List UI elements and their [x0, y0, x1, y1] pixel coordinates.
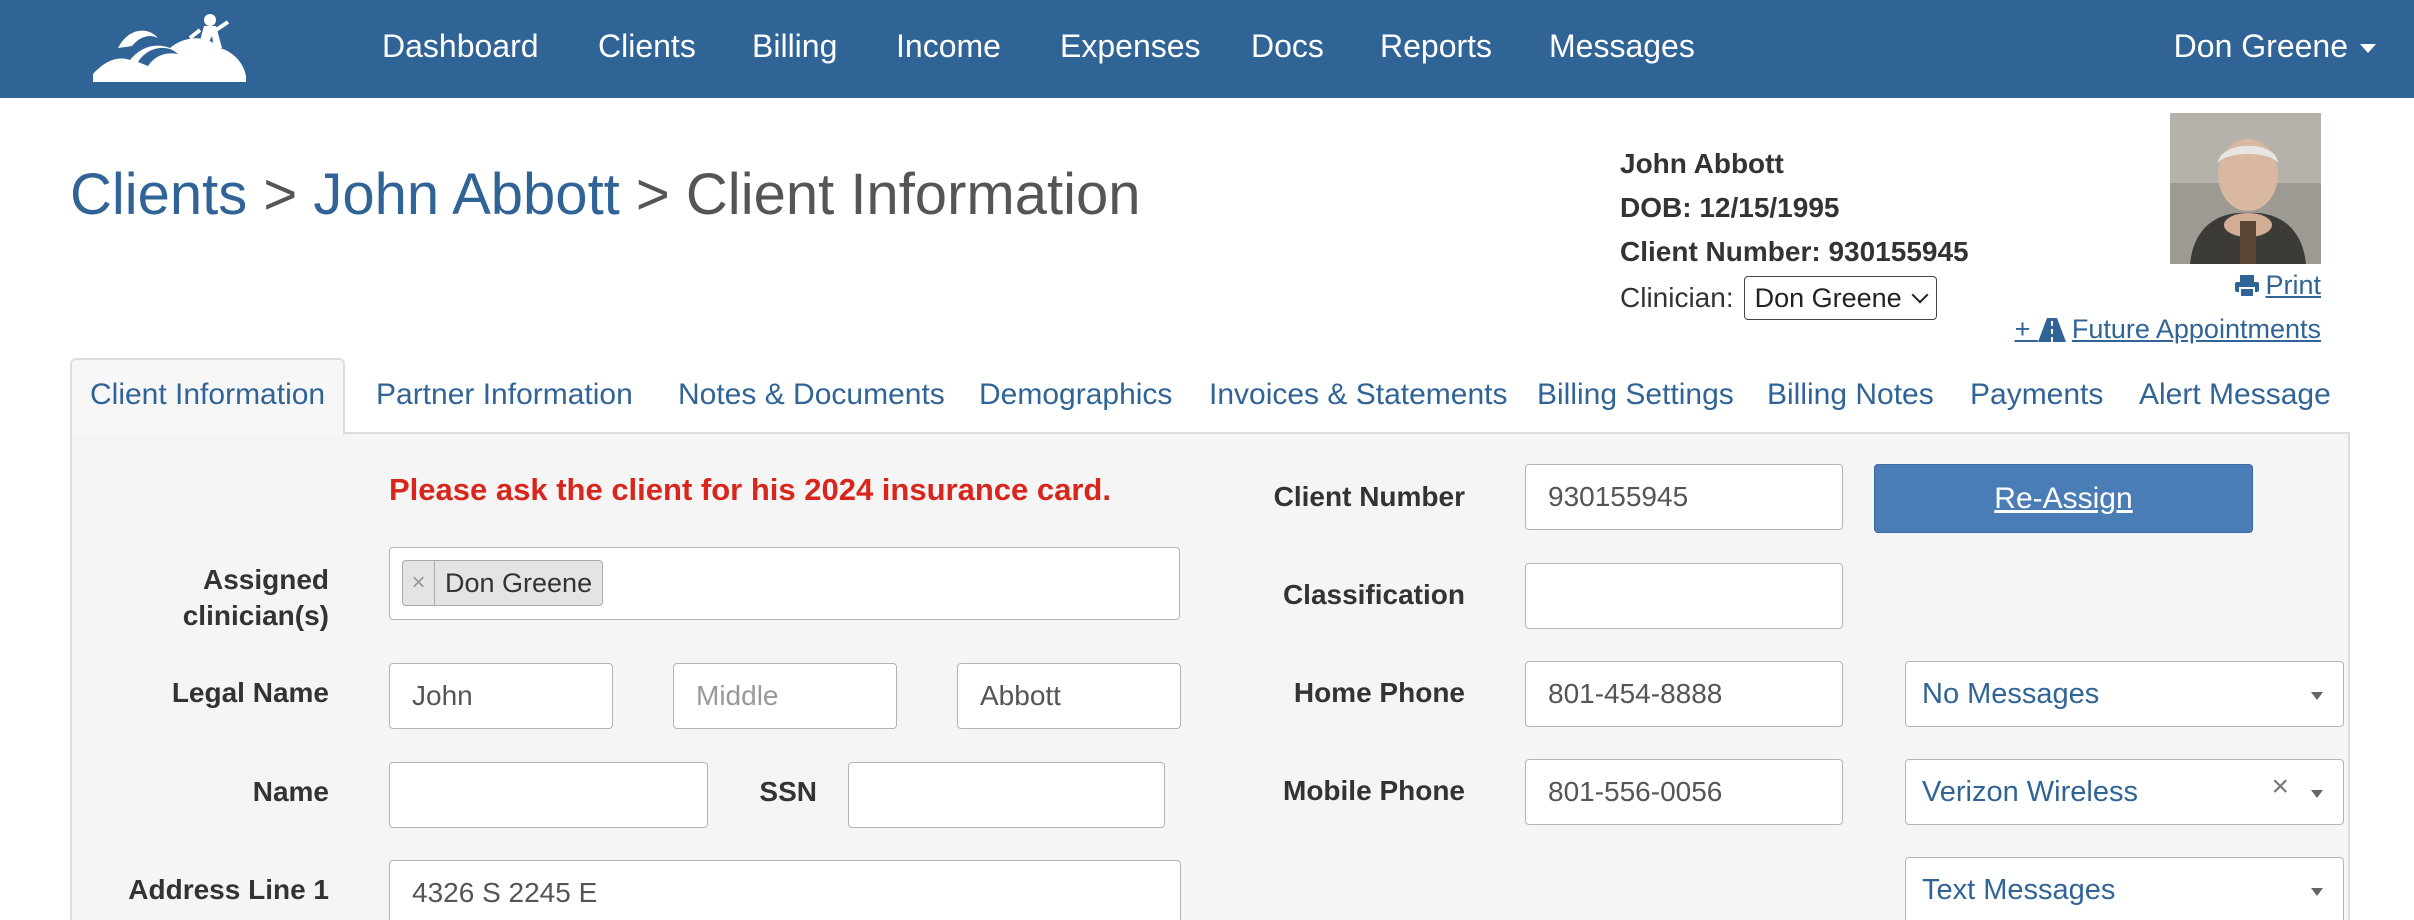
- top-navbar: Dashboard Clients Billing Income Expense…: [0, 0, 2414, 98]
- clinician-select[interactable]: Don Greene: [1743, 276, 1937, 320]
- breadcrumb-client-link[interactable]: John Abbott: [313, 162, 619, 227]
- road-icon: [2037, 318, 2066, 342]
- last-name-input[interactable]: Abbott: [957, 663, 1181, 729]
- client-dob: DOB: 12/15/1995: [1620, 192, 1840, 223]
- nav-dashboard[interactable]: Dashboard: [382, 26, 539, 66]
- ssn-label: SSN: [759, 776, 817, 807]
- home-phone-label: Home Phone: [1293, 677, 1465, 708]
- classification-label: Classification: [1282, 579, 1465, 610]
- client-number-summary: Client Number: 930155945: [1620, 236, 1969, 267]
- nav-billing[interactable]: Billing: [752, 26, 837, 66]
- nav-messages[interactable]: Messages: [1549, 26, 1695, 66]
- classification-input[interactable]: [1525, 563, 1843, 629]
- name-label: Name: [252, 776, 329, 807]
- breadcrumb-separator: >: [635, 162, 670, 227]
- dropdown-arrow-icon: [2311, 692, 2323, 700]
- breadcrumb-clients-link[interactable]: Clients: [70, 162, 247, 227]
- clinician-select-value: Don Greene: [1754, 283, 1902, 313]
- user-menu[interactable]: Don Greene: [2174, 26, 2376, 66]
- dropdown-arrow-icon: [2311, 790, 2323, 798]
- clear-icon[interactable]: ×: [2271, 770, 2289, 804]
- tab-partner-information[interactable]: Partner Information: [376, 378, 633, 412]
- middle-name-input[interactable]: Middle: [673, 663, 897, 729]
- home-phone-message-value: No Messages: [1922, 677, 2100, 710]
- nav-docs[interactable]: Docs: [1251, 26, 1324, 66]
- future-appointments-link[interactable]: + Future Appointments: [2015, 314, 2321, 345]
- dropdown-arrow-icon: [2311, 888, 2323, 896]
- tab-payments[interactable]: Payments: [1970, 378, 2103, 412]
- assigned-clinicians-label: Assigned clinician(s): [183, 562, 329, 634]
- page-title: Client Information: [685, 162, 1141, 227]
- tab-demographics[interactable]: Demographics: [979, 378, 1172, 412]
- print-link[interactable]: Print: [2235, 270, 2321, 301]
- print-label: Print: [2265, 270, 2321, 300]
- reassign-button[interactable]: Re-Assign: [1874, 464, 2253, 533]
- alert-message: Please ask the client for his 2024 insur…: [389, 472, 1111, 507]
- assigned-clinicians-field[interactable]: × Don Greene: [389, 547, 1180, 620]
- nav-reports[interactable]: Reports: [1380, 26, 1492, 66]
- tab-alert-message[interactable]: Alert Message: [2139, 378, 2331, 412]
- tab-bar: Client Information Partner Information N…: [70, 358, 2350, 435]
- mobile-message-value: Text Messages: [1922, 873, 2116, 906]
- mobile-carrier-select[interactable]: Verizon Wireless ×: [1905, 759, 2344, 825]
- client-summary: John Abbott DOB: 12/15/1995 Client Numbe…: [1620, 142, 1969, 322]
- address-line-1-input[interactable]: 4326 S 2245 E: [389, 860, 1181, 920]
- client-number-input[interactable]: 930155945: [1525, 464, 1843, 530]
- mobile-phone-input[interactable]: 801-556-0056: [1525, 759, 1843, 825]
- tab-notes-documents[interactable]: Notes & Documents: [678, 378, 945, 412]
- first-name-input[interactable]: John: [389, 663, 613, 729]
- tab-invoices-statements[interactable]: Invoices & Statements: [1209, 378, 1507, 412]
- client-name: John Abbott: [1620, 148, 1784, 179]
- print-icon: [2235, 275, 2260, 298]
- future-appointments-label: Future Appointments: [2071, 314, 2321, 344]
- mobile-carrier-value: Verizon Wireless: [1922, 775, 2138, 808]
- caret-down-icon: [2360, 44, 2376, 54]
- plus-icon: +: [2014, 314, 2038, 344]
- assigned-label-line2: clinician(s): [182, 600, 329, 631]
- assigned-label-line1: Assigned: [202, 564, 329, 595]
- home-phone-input[interactable]: 801-454-8888: [1525, 661, 1843, 727]
- nav-income[interactable]: Income: [896, 26, 1001, 66]
- tab-client-information[interactable]: Client Information: [70, 358, 346, 435]
- clinician-tag-label: Don Greene: [445, 567, 593, 598]
- remove-tag-icon[interactable]: ×: [403, 561, 435, 605]
- address-line-1-label: Address Line 1: [128, 874, 329, 905]
- logo-icon[interactable]: [88, 8, 248, 86]
- client-photo-image: [2170, 113, 2321, 264]
- home-phone-message-select[interactable]: No Messages: [1905, 661, 2344, 727]
- breadcrumb: Clients > John Abbott > Client Informati…: [70, 160, 1140, 230]
- client-number-label: Client Number: [1273, 481, 1465, 512]
- mobile-phone-label: Mobile Phone: [1283, 775, 1465, 806]
- nav-expenses[interactable]: Expenses: [1060, 26, 1201, 66]
- clinician-row: Clinician: Don Greene: [1620, 274, 1969, 322]
- nav-clients[interactable]: Clients: [598, 26, 696, 66]
- tab-billing-settings[interactable]: Billing Settings: [1537, 378, 1734, 412]
- mobile-message-select[interactable]: Text Messages: [1905, 857, 2344, 920]
- tab-billing-notes[interactable]: Billing Notes: [1767, 378, 1934, 412]
- chevron-down-icon: [1911, 286, 1929, 304]
- ssn-input[interactable]: [848, 762, 1165, 828]
- client-photo: [2170, 113, 2321, 264]
- clinician-label: Clinician:: [1620, 282, 1734, 313]
- clinician-tag: × Don Greene: [402, 560, 604, 606]
- name-input[interactable]: [389, 762, 708, 828]
- user-name: Don Greene: [2173, 28, 2348, 64]
- breadcrumb-separator: >: [263, 162, 298, 227]
- legal-name-label: Legal Name: [171, 677, 329, 708]
